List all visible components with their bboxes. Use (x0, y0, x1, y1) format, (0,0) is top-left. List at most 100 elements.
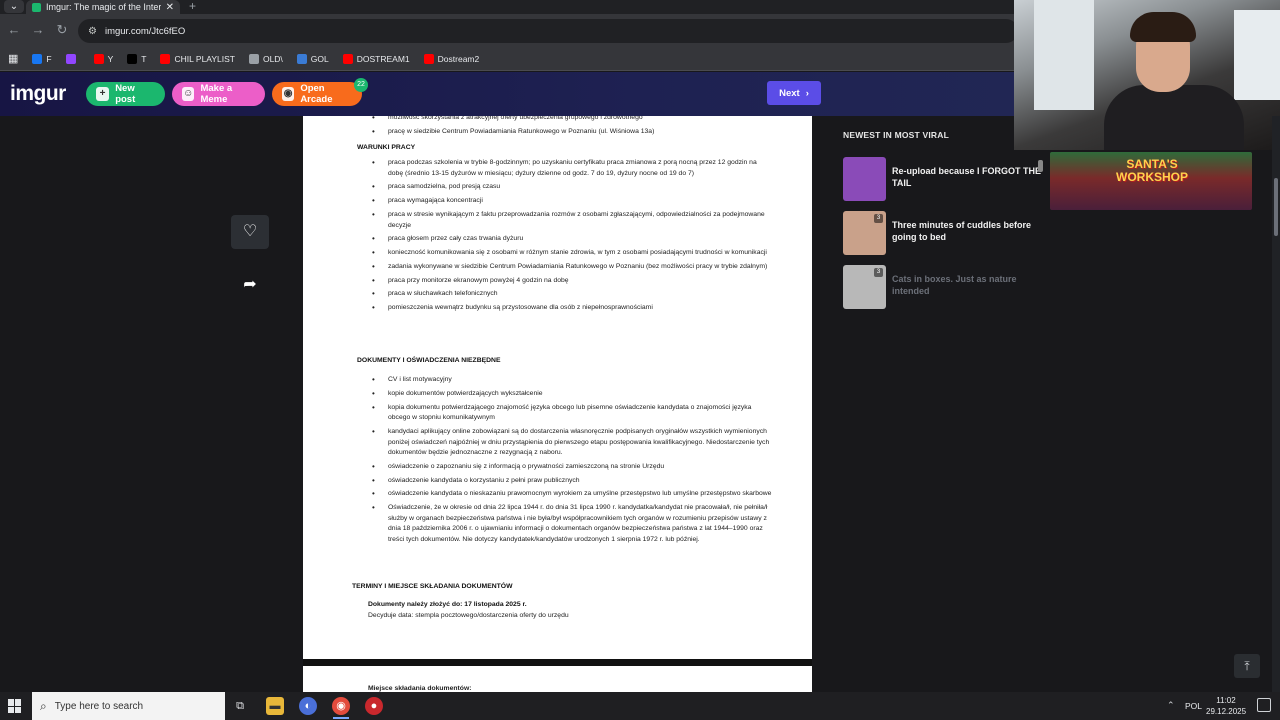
ad-banner[interactable]: SANTA'S WORKSHOP (1050, 152, 1252, 210)
bookmark-label: Y (107, 53, 114, 64)
windows-start-icon[interactable] (8, 699, 22, 713)
warunki-heading: WARUNKI PRACY (357, 144, 416, 151)
next-button[interactable]: Next › (767, 81, 821, 105)
forward-arrow-icon[interactable]: → (30, 22, 46, 37)
back-arrow-icon[interactable]: ← (6, 22, 22, 37)
deadline-text: Dokumenty należy złożyć do: 17 listopada… (368, 601, 527, 608)
next-page-heading: Miejsce składania dokumentów: (368, 685, 472, 692)
app-icon-red[interactable]: ● (365, 697, 383, 715)
tab-search-chevron-icon[interactable]: ⌄ (4, 0, 24, 13)
search-icon: ⌕ (40, 698, 47, 713)
apps-grid-icon[interactable]: ▦ (8, 52, 18, 65)
bookmark-item[interactable] (65, 53, 80, 64)
benefits-list: możliwość skorzystania z atrakcyjnej ofe… (368, 116, 788, 141)
bookmark-icon (423, 53, 434, 64)
taskbar-search-placeholder: Type here to search (54, 700, 144, 712)
image-count-badge: 3 (874, 268, 883, 277)
chevron-up-icon[interactable]: ⌃ (1167, 700, 1175, 711)
share-button[interactable]: ➦ (231, 268, 269, 302)
browser-tab[interactable]: Imgur: The magic of the Interne ✕ (26, 0, 180, 14)
meme-face-icon: ☺ (182, 87, 195, 101)
bookmark-label: DOSTREAM1 (356, 53, 410, 64)
make-meme-label: Make a Meme (200, 83, 233, 105)
open-arcade-button[interactable]: ◉ Open Arcade (272, 82, 362, 106)
ad-scroll-indicator (1038, 160, 1043, 172)
language-indicator[interactable]: POL (1185, 701, 1202, 711)
favorite-button[interactable]: ♡ (231, 215, 269, 249)
viral-post-item[interactable]: Re-upload because I FORGOT THE TAIL (843, 157, 1043, 201)
document-list-item: pomieszczenia wewnątrz budynku są przyst… (368, 303, 768, 314)
notification-icon[interactable] (1257, 698, 1271, 712)
bookmark-icon (342, 53, 353, 64)
scroll-to-top-button[interactable]: ⤒ (1234, 654, 1260, 678)
document-list-item: praca samodzielna, pod presją czasu (368, 182, 768, 193)
next-label: Next (779, 87, 800, 99)
dokumenty-heading: DOKUMENTY I OŚWIADCZENIA NIEZBĘDNE (357, 357, 501, 364)
chrome-icon[interactable]: ◉ (332, 697, 350, 715)
imgur-favicon-icon (32, 2, 41, 12)
bookmark-item[interactable]: CHIL PLAYLIST (160, 53, 235, 64)
document-list-item: oświadczenie kandydata o nieskazaniu pra… (368, 489, 773, 500)
bookmark-item[interactable]: GOL (296, 53, 329, 64)
document-list-item: Oświadczenie, że w okresie od dnia 22 li… (368, 503, 773, 545)
bookmark-item[interactable]: Y (93, 53, 114, 64)
document-list-item: kopie dokumentów potwierdzających wykszt… (368, 389, 773, 400)
post-thumbnail[interactable]: 3 (843, 211, 886, 255)
warunki-list: praca podczas szkolenia w trybie 8-godzi… (368, 158, 768, 317)
gamepad-icon: ◉ (282, 87, 295, 101)
viral-post-item[interactable]: 3 Cats in boxes. Just as nature intended (843, 265, 1043, 309)
page-scroll-thumb[interactable] (1274, 178, 1278, 236)
bookmark-icon (127, 53, 138, 64)
taskbar-search-input[interactable]: ⌕ Type here to search (32, 692, 225, 720)
new-tab-icon[interactable]: + (189, 0, 196, 12)
post-title[interactable]: Three minutes of cuddles before going to… (892, 211, 1043, 255)
url-input[interactable]: ⚙ imgur.com/Jtc6fEO (78, 19, 1018, 43)
post-image-document: możliwość skorzystania z atrakcyjnej ofe… (303, 116, 812, 659)
close-tab-icon[interactable]: ✕ (166, 2, 174, 13)
post-title[interactable]: Cats in boxes. Just as nature intended (892, 265, 1043, 309)
bookmark-item[interactable]: OLD\ (248, 53, 283, 64)
app-icon[interactable]: ◐ (299, 697, 317, 715)
windows-taskbar: ⌕ Type here to search ⧉ ▬ ◐ ◉ ● ⌃ POL 11… (0, 692, 1280, 720)
image-count-badge: 3 (874, 214, 883, 223)
cam-person-body (1104, 85, 1244, 150)
document-list-item: praca głosem przez cały czas trwania dyż… (368, 234, 768, 245)
bookmark-icon (160, 53, 171, 64)
post-thumbnail[interactable] (843, 157, 886, 201)
viral-post-item[interactable]: 3 Three minutes of cuddles before going t… (843, 211, 1043, 255)
post-thumbnail[interactable]: 3 (843, 265, 886, 309)
document-list-item: praca przy monitorze ekranowym powyżej 4… (368, 276, 768, 287)
document-list-item: oświadczenie o zapoznaniu się z informac… (368, 462, 773, 473)
bookmark-item[interactable]: T (127, 53, 146, 64)
document-list-item: praca wymagająca koncentracji (368, 196, 768, 207)
clock-time: 11:02 (1216, 696, 1236, 705)
site-info-icon[interactable]: ⚙ (88, 26, 97, 37)
chrome-active-indicator (333, 717, 349, 719)
bookmark-icon (32, 53, 43, 64)
share-arrow-icon: ➦ (243, 276, 257, 293)
imgur-logo[interactable]: imgur (10, 82, 66, 106)
cam-person-hair (1130, 12, 1196, 42)
bookmark-item[interactable]: Dostream2 (423, 53, 480, 64)
clock-date: 29.12.2025 (1206, 707, 1247, 716)
task-view-icon[interactable]: ⧉ (231, 697, 249, 715)
reload-icon[interactable]: ↻ (54, 22, 70, 38)
cam-window (1234, 10, 1280, 100)
url-text: imgur.com/Jtc6fEO (104, 25, 186, 37)
bookmark-label: Dostream2 (437, 53, 480, 64)
arcade-badge: 22 (354, 78, 368, 92)
make-meme-button[interactable]: ☺ Make a Meme (172, 82, 265, 106)
bookmark-item[interactable]: DOSTREAM1 (342, 53, 410, 64)
clock[interactable]: 11:02 29.12.2025 (1206, 695, 1246, 717)
file-explorer-icon[interactable]: ▬ (266, 697, 284, 715)
plus-icon: + (96, 87, 110, 101)
new-post-button[interactable]: + New post (86, 82, 165, 106)
document-page-separator (303, 659, 812, 666)
post-title[interactable]: Re-upload because I FORGOT THE TAIL (892, 157, 1043, 201)
bookmark-item[interactable]: F (32, 53, 52, 64)
document-list-item: kopia dokumentu potwierdzającego znajomo… (368, 403, 773, 424)
open-arcade-label: Open Arcade (300, 83, 333, 105)
document-list-item: możliwość skorzystania z atrakcyjnej ofe… (368, 116, 788, 124)
new-post-label: New post (115, 83, 136, 105)
document-list-item: kandydaci aplikujący online zobowiązani … (368, 427, 773, 459)
